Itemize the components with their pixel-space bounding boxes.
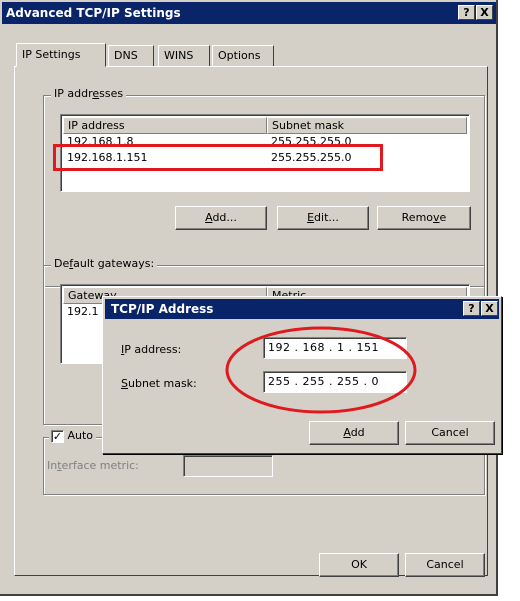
tab-wins[interactable]: WINS [158,45,210,67]
tab-options[interactable]: Options [212,45,274,67]
dialog-add-button[interactable]: Add [309,421,399,445]
automatic-metric-checkbox[interactable]: ✓ [51,429,64,443]
help-button[interactable]: ? [458,5,475,20]
ok-button[interactable]: OK [319,553,399,577]
interface-metric-field[interactable] [183,455,273,477]
dialog-help-button[interactable]: ? [463,301,480,316]
automatic-metric-label: Auto [67,429,94,442]
column-ip-address[interactable]: IP address [63,117,267,134]
automatic-metric-label-wrap: ✓ Auto [49,429,97,443]
dialog-titlebar[interactable]: TCP/IP Address ? X [105,299,499,319]
remove-ip-button[interactable]: Remove [377,206,471,230]
dialog-ip-label: IP address: [121,343,182,356]
default-gateways-label: Default gateways: [51,257,158,270]
dialog-cancel-button[interactable]: Cancel [405,421,495,445]
highlight-box-ip-row [53,144,383,171]
add-ip-button[interactable]: Add... [175,206,267,230]
edit-ip-button[interactable]: Edit... [277,206,369,230]
dialog-title: TCP/IP Address [111,302,214,316]
column-subnet-mask[interactable]: Subnet mask [267,117,467,134]
tab-dns[interactable]: DNS [108,45,154,67]
dialog-subnet-label: Subnet mask: [121,377,197,390]
dialog-close-button[interactable]: X [481,301,498,316]
window-title: Advanced TCP/IP Settings [6,6,181,20]
window-titlebar[interactable]: Advanced TCP/IP Settings ? X [2,2,496,24]
close-button[interactable]: X [476,5,493,20]
tab-ip-settings[interactable]: IP Settings [16,43,106,67]
gateway-row-1[interactable]: 192.1 [67,305,99,318]
ip-addresses-label: IP addresses [51,87,127,100]
interface-metric-label: Interface metric: [47,459,139,472]
cancel-button[interactable]: Cancel [405,553,485,577]
highlight-ellipse [225,326,417,414]
